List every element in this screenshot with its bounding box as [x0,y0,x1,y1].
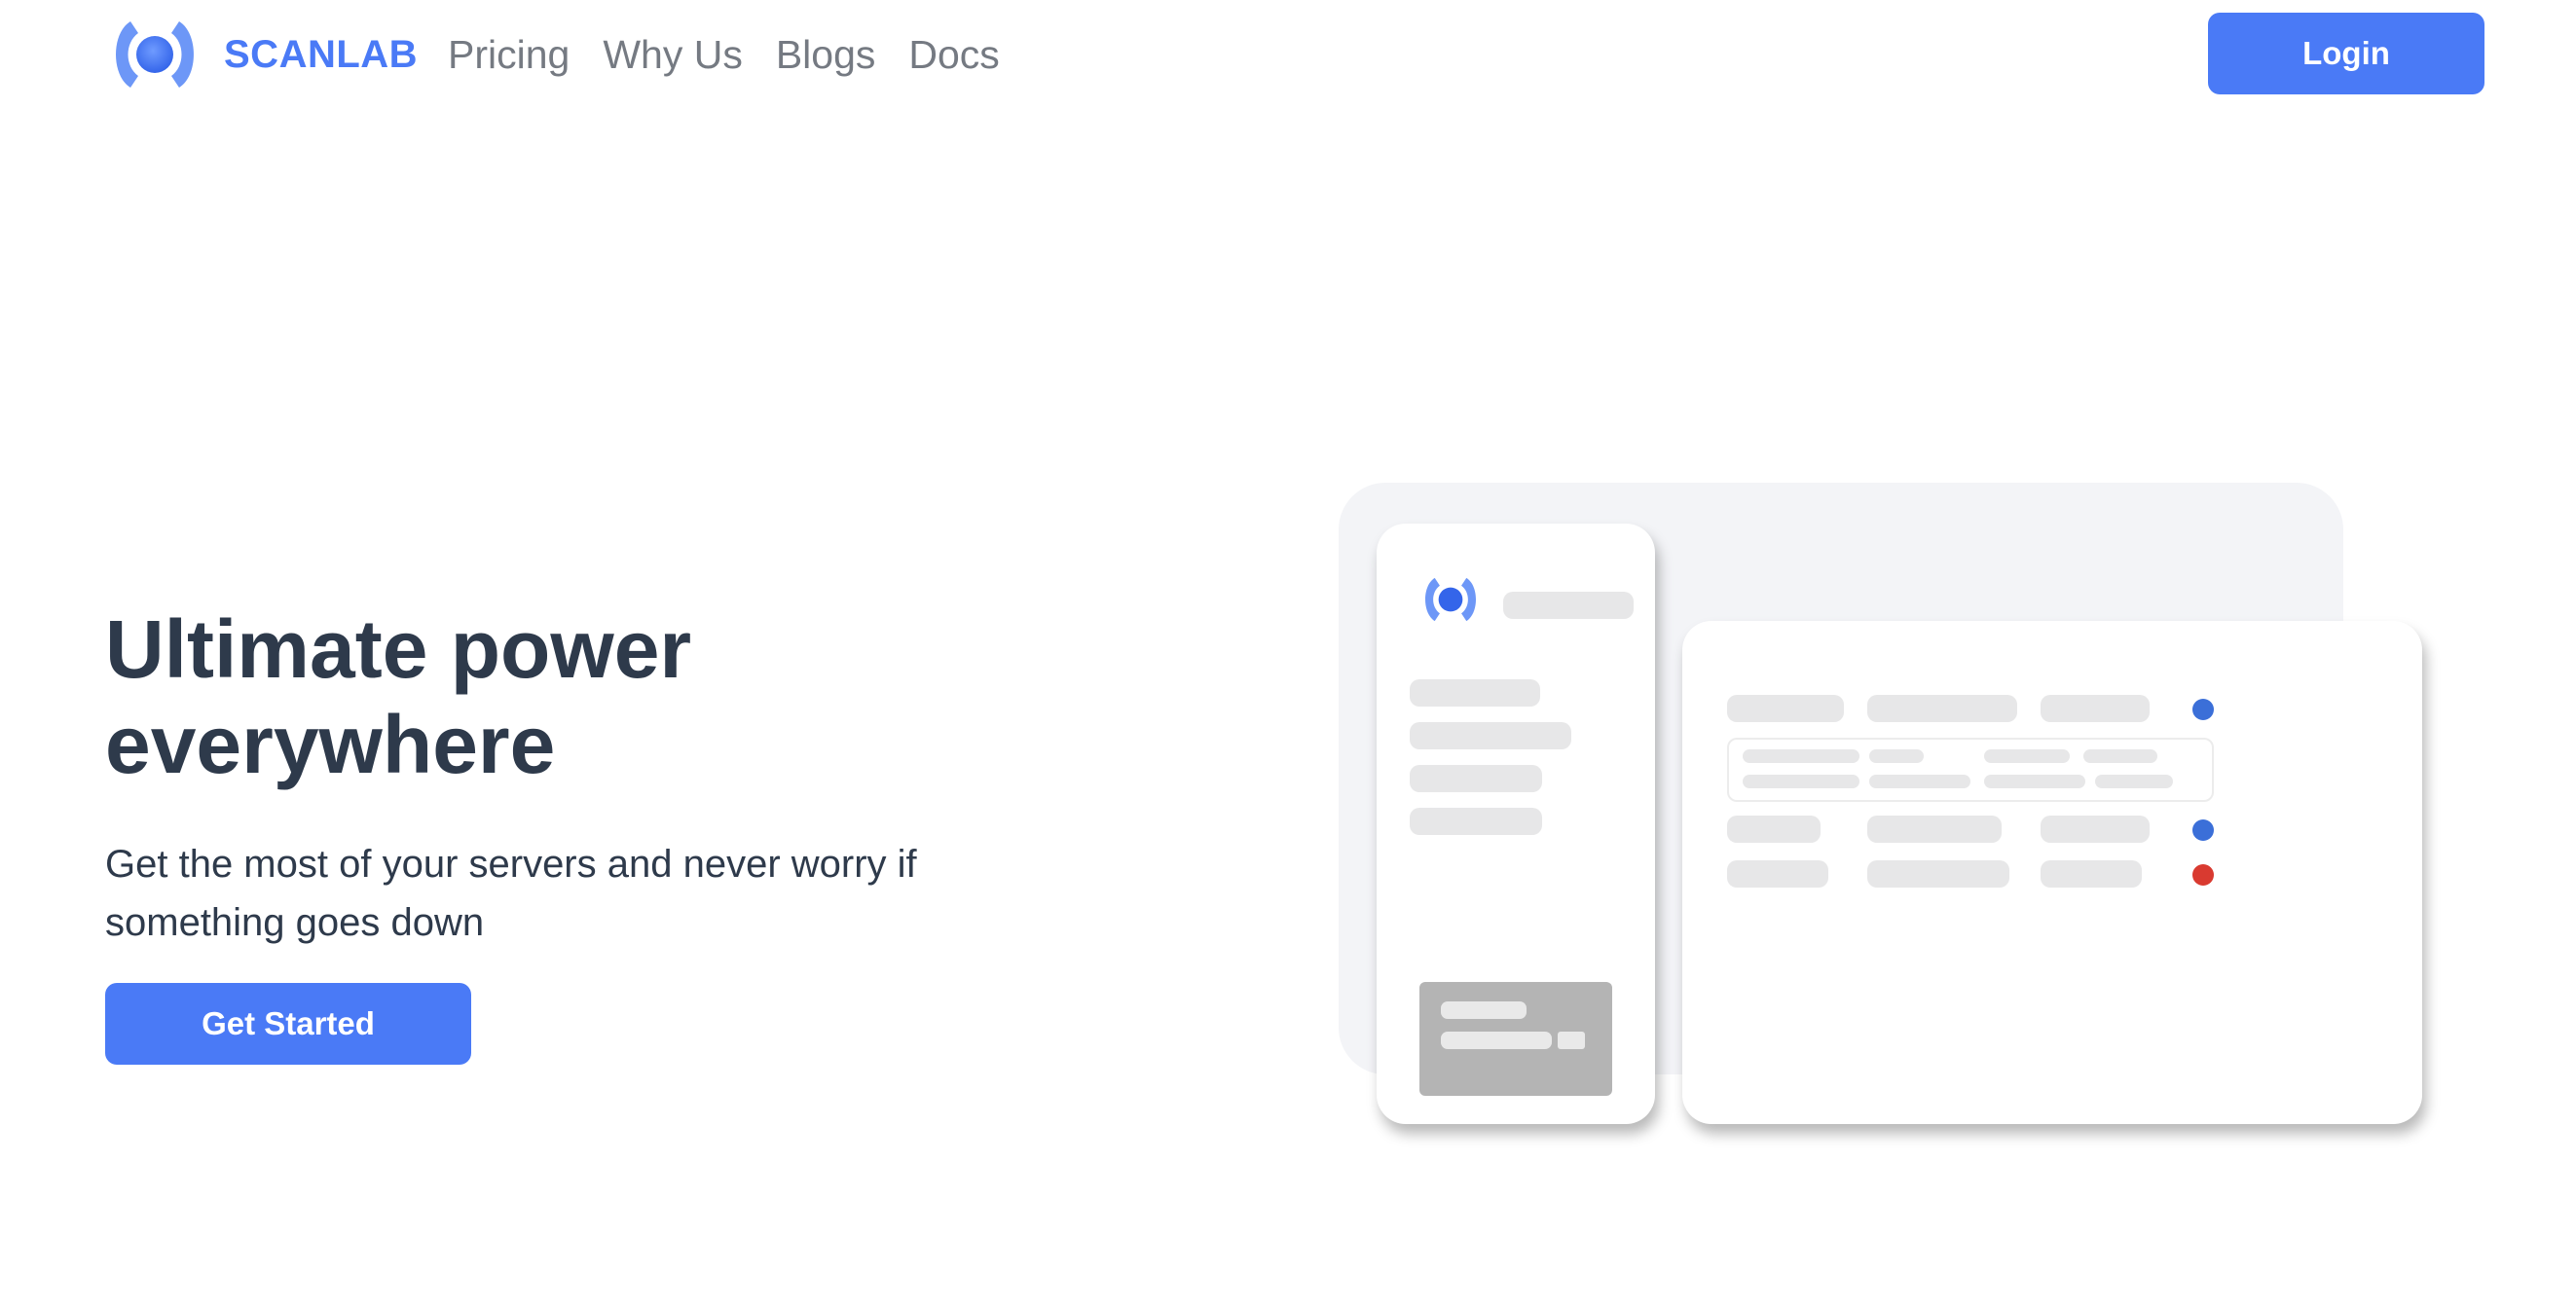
status-dot-online [2192,699,2214,720]
mockup-placeholder-bar [1727,860,1828,888]
mockup-placeholder-bar [1869,749,1924,763]
nav-link-blogs[interactable]: Blogs [776,32,876,78]
mockup-placeholder-bar [1410,808,1542,835]
mockup-placeholder-bar [2041,816,2150,843]
brand-name: SCANLAB [224,32,419,76]
get-started-button[interactable]: Get Started [105,983,471,1065]
mockup-placeholder-bar [1867,695,2017,722]
mockup-footer-panel [1419,982,1612,1096]
mockup-placeholder-bar [2041,860,2142,888]
mockup-placeholder-bar [1441,1001,1527,1019]
mockup-placeholder-bar [1743,749,1859,763]
mockup-placeholder-bar [1441,1032,1552,1049]
nav-link-why-us[interactable]: Why Us [603,32,743,78]
main-nav: Pricing Why Us Blogs Docs [448,27,1033,82]
desktop-mockup [1682,621,2422,1124]
login-button[interactable]: Login [2208,13,2484,94]
mockup-placeholder-bar [1410,679,1540,707]
nav-link-docs[interactable]: Docs [908,32,999,78]
status-dot-offline [2192,864,2214,886]
brand-logo-link[interactable]: SCANLAB [105,16,418,93]
mockup-placeholder-bar [1410,765,1542,792]
mockup-placeholder-bar [1869,775,1970,788]
mockup-placeholder-bar [2083,749,2157,763]
mockup-placeholder-bar [1984,749,2070,763]
mockup-logo-icon [1425,577,1476,622]
mockup-placeholder-bar [1503,592,1634,619]
hero-subtitle: Get the most of your servers and never w… [105,843,917,944]
hero-title: Ultimate power everywhere [105,603,692,790]
mockup-expanded-row [1727,738,2214,802]
mobile-mockup [1377,524,1655,1124]
mockup-placeholder-bar [1743,775,1859,788]
site-header: SCANLAB Pricing Why Us Blogs Docs Login [0,0,2576,112]
mockup-placeholder-bar [1727,695,1844,722]
mockup-placeholder-bar [1867,860,2009,888]
mockup-placeholder-bar [1984,775,2085,788]
mockup-placeholder-bar [2041,695,2150,722]
mockup-placeholder-bar [2095,775,2173,788]
mockup-placeholder-bar [1727,816,1821,843]
status-dot-online [2192,819,2214,841]
mockup-placeholder-bar [1558,1032,1585,1049]
mockup-placeholder-bar [1410,722,1571,749]
scanlab-logo-icon [116,21,194,88]
mockup-placeholder-bar [1867,816,2002,843]
nav-link-pricing[interactable]: Pricing [448,32,570,78]
